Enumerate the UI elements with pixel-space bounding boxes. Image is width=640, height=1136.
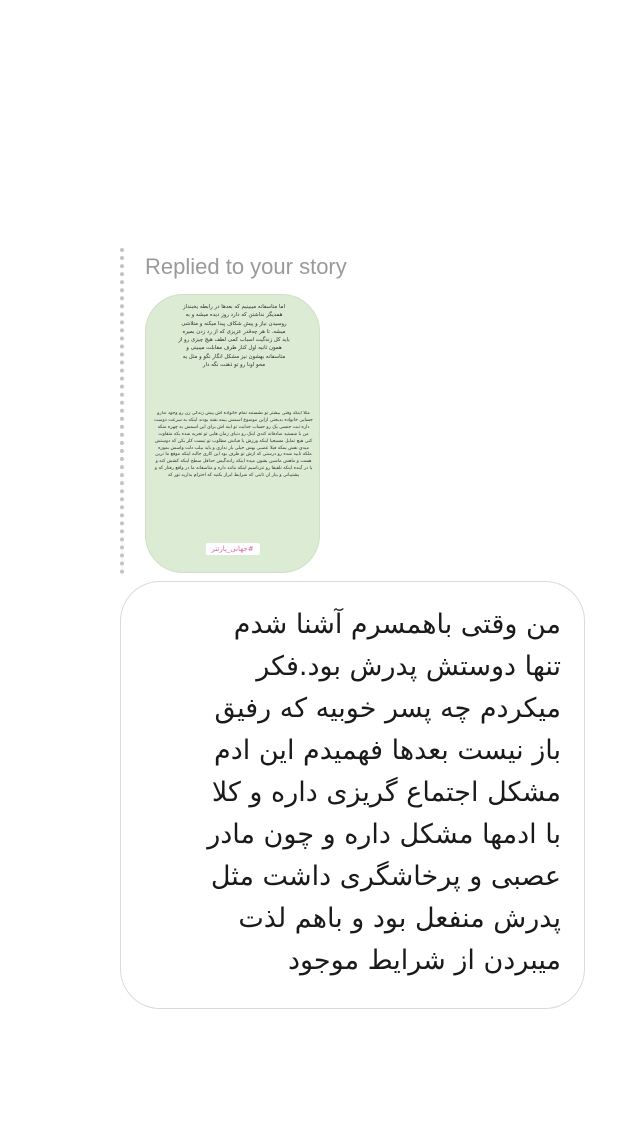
message-line: با ادمها مشکل داره و چون مادر: [207, 819, 561, 850]
story-hashtag: #جهانی_پارتنر: [205, 543, 260, 555]
reply-header: Replied to your story: [145, 254, 347, 279]
story-text-paragraph-2: مثلا اینکه وقتی بیشتر تو نشستند تمام خان…: [154, 411, 313, 479]
message-line: میبردن از شرایط موجود: [287, 945, 561, 976]
message-line: من وقتی باهمسرم آشنا شدم: [233, 609, 561, 640]
story-text-paragraph-1: اما متاسفانه میبینیم که بعدها در رابطه ی…: [178, 304, 290, 369]
message-line: عصبی و پرخاشگری داشت مثل: [210, 861, 561, 892]
story-thumbnail[interactable]: اما متاسفانه میبینیم که بعدها در رابطه ی…: [145, 294, 320, 573]
message-line: تنها دوستش پدرش بود.فکر: [256, 651, 561, 682]
reply-thread-line: [120, 248, 124, 574]
message-line: پدرش منفعل بود و باهم لذت: [238, 903, 561, 934]
message-line: باز نیست بعدها فهمیدم این ادم: [214, 735, 561, 766]
message-line: میکردم چه پسر خوبیه که رفیق: [214, 693, 561, 724]
message-line: مشکل اجتماع گریزی داره و کلا: [211, 777, 561, 808]
message-text: من وقتی باهمسرم آشنا شدم تنها دوستش پدرش…: [151, 604, 561, 982]
message-bubble[interactable]: من وقتی باهمسرم آشنا شدم تنها دوستش پدرش…: [120, 581, 585, 1009]
